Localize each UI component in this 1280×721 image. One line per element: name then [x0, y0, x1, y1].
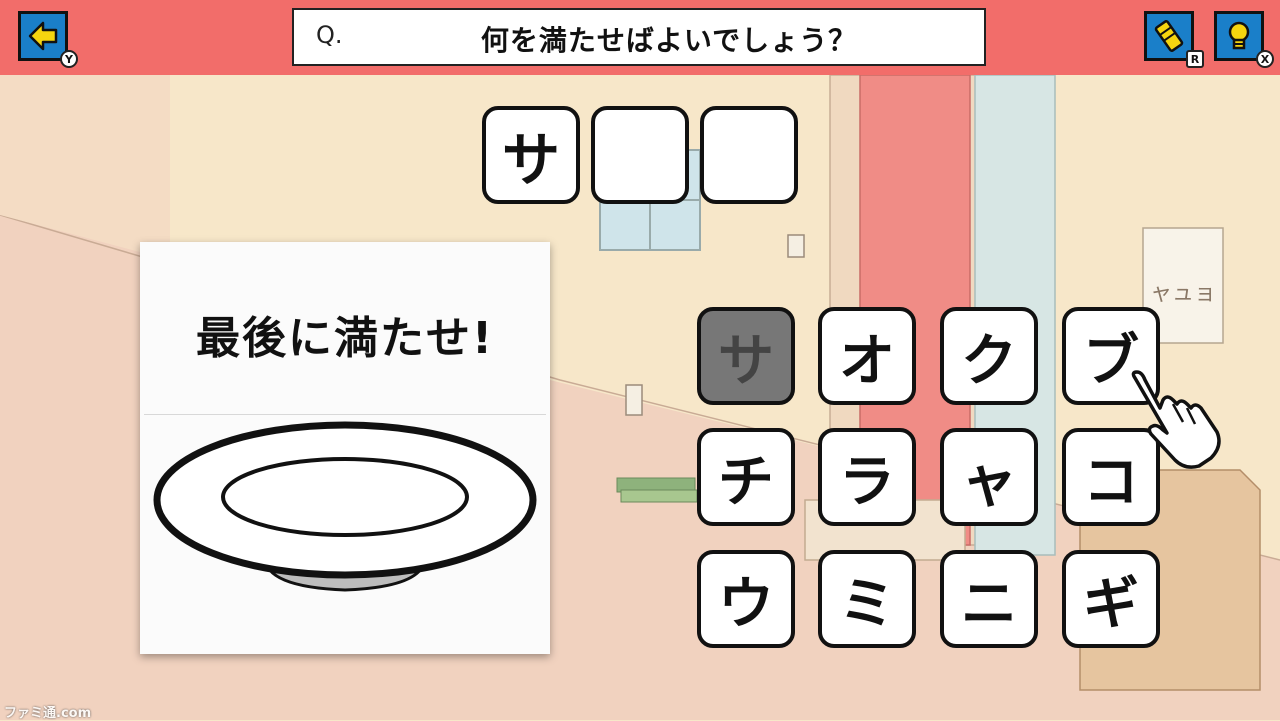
- letter-tile[interactable]: ク: [940, 307, 1038, 405]
- letter-tile[interactable]: ャ: [940, 428, 1038, 526]
- hint-key-badge: X: [1256, 50, 1274, 68]
- letter-tile[interactable]: ミ: [818, 550, 916, 648]
- hint-card: 最後に満たせ!: [140, 242, 550, 654]
- question-text: 何を満たせばよいでしょう？: [480, 24, 858, 57]
- answer-slot-1[interactable]: サ: [482, 106, 580, 204]
- letter-tile[interactable]: オ: [818, 307, 916, 405]
- letter-tile[interactable]: ウ: [697, 550, 795, 648]
- plate-illustration: [153, 421, 537, 592]
- back-arrow-icon: [28, 21, 58, 51]
- watermark: ファミ通.com: [4, 706, 92, 721]
- question-prefix: Q.: [316, 21, 343, 49]
- eraser-icon: [1154, 20, 1184, 52]
- letter-tile[interactable]: サ: [697, 307, 795, 405]
- back-key-badge: Y: [60, 50, 78, 68]
- letter-tile[interactable]: ギ: [1062, 550, 1160, 648]
- answer-slot-3[interactable]: [700, 106, 798, 204]
- question-box: Q. 何を満たせばよいでしょう？: [292, 8, 986, 66]
- eraser-key-badge: R: [1186, 50, 1204, 68]
- poster-text: ャュョ: [1150, 281, 1216, 306]
- pointer-hand-icon: [1131, 370, 1221, 469]
- letter-tile[interactable]: チ: [697, 428, 795, 526]
- answer-slot-2[interactable]: [591, 106, 689, 204]
- letter-tile[interactable]: ラ: [818, 428, 916, 526]
- letter-tile[interactable]: ニ: [940, 550, 1038, 648]
- card-hint-text: 最後に満たせ!: [195, 313, 495, 364]
- lightbulb-icon: [1228, 21, 1250, 50]
